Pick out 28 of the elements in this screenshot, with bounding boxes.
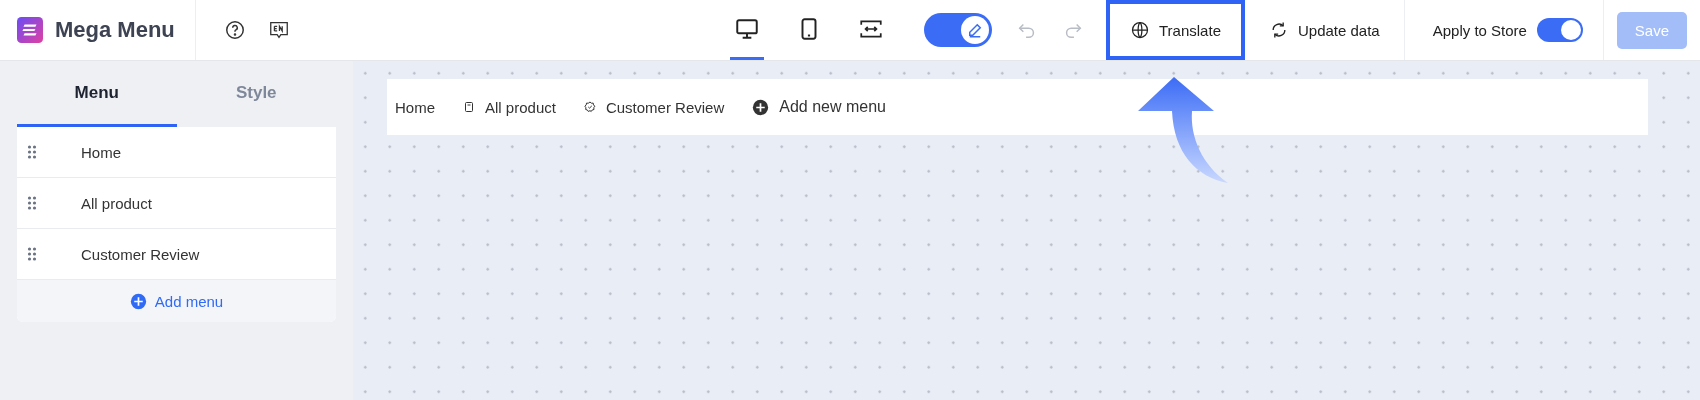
apply-to-store-switch[interactable]: [1536, 18, 1583, 42]
drag-handle-icon[interactable]: [27, 246, 37, 262]
drag-handle-icon[interactable]: [27, 144, 37, 160]
menu-item-label: All product: [81, 194, 152, 212]
app-title: Mega Menu: [55, 17, 175, 43]
plus-icon: [752, 98, 770, 116]
preview-menu-link[interactable]: Home: [395, 98, 435, 116]
add-menu-button[interactable]: Add menu: [17, 280, 336, 322]
drag-handle-icon[interactable]: [27, 195, 37, 211]
language-icon[interactable]: [268, 19, 290, 41]
menu-item-row[interactable]: All product: [17, 178, 336, 229]
menu-item-label: Home: [81, 143, 121, 161]
badge-check-icon: [583, 101, 596, 113]
menu-item-label: Customer Review: [81, 245, 200, 263]
globe-icon: [1130, 20, 1150, 40]
page-icon: [463, 101, 475, 113]
update-data-button[interactable]: Update data: [1245, 0, 1404, 60]
plus-icon: [129, 292, 147, 310]
menu-item-row[interactable]: Home: [17, 127, 336, 178]
translate-button[interactable]: Translate: [1106, 0, 1245, 60]
apply-to-store-label: Apply to Store: [1432, 21, 1527, 39]
preview-menu-link[interactable]: All product: [463, 98, 556, 116]
add-new-menu-link[interactable]: Add new menu: [752, 98, 886, 116]
help-icon[interactable]: [224, 19, 246, 41]
preview-menu-link[interactable]: Customer Review: [583, 98, 725, 116]
logo-icon: [17, 17, 43, 43]
edit-mode-toggle[interactable]: [924, 13, 992, 47]
pencil-icon: [966, 21, 984, 39]
